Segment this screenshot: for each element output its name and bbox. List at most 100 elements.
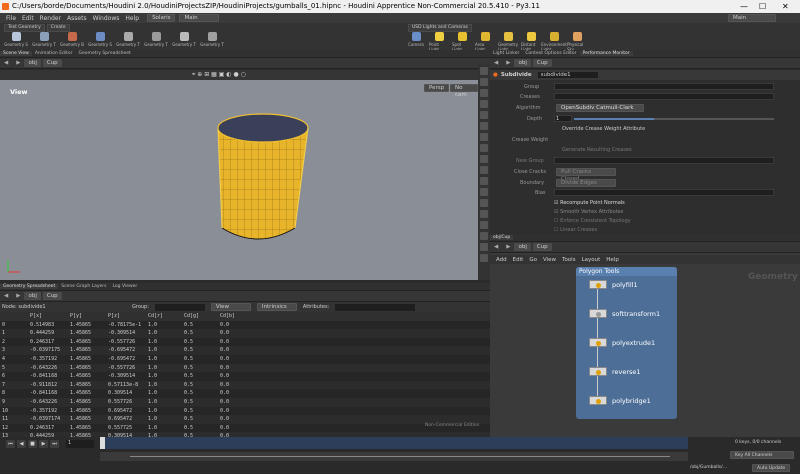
table-row[interactable]: 1 0.444259 1.45865 -0.309514 1.0 0.5 0.0	[0, 329, 490, 338]
tab-light-linker[interactable]: Light Linker	[490, 51, 522, 56]
menu-layout[interactable]: Layout	[582, 257, 601, 263]
shelf-tool[interactable]: Environment Light	[541, 32, 567, 52]
view-tool-icon[interactable]	[480, 166, 488, 174]
view-tool-icon[interactable]	[480, 89, 488, 97]
back-arrow-icon[interactable]: ◀	[494, 60, 498, 66]
close-cracks-dropdown[interactable]: Pull Cracks Closed	[556, 168, 616, 182]
table-row[interactable]: 5 -0.643226 1.45865 -0.557726 1.0 0.5 0.0	[0, 363, 490, 373]
override-crease-checkbox[interactable]: Override Crease Weight Attribute	[562, 126, 645, 132]
shelf-tool[interactable]: Camera	[406, 32, 426, 52]
shelf-tool[interactable]: Physical Sky	[567, 32, 587, 52]
forward-arrow-icon[interactable]: ▶	[16, 293, 20, 299]
view-dropdown[interactable]: View	[210, 303, 251, 311]
key-all-channels-dropdown[interactable]: Key All Channels	[730, 451, 794, 459]
shelf-tool[interactable]: Geometry B	[60, 32, 84, 47]
tab-scene-view[interactable]: Scene View	[0, 51, 32, 56]
shelf-tool[interactable]: Geometry S	[88, 32, 112, 47]
viewport-tool-icons[interactable]: ⌖ ⊕ ⊞ ▦ ▣ ◐ ● ○	[192, 71, 246, 79]
layout-dropdown[interactable]: Main	[179, 14, 220, 22]
boundary-dropdown[interactable]: Divide Edges	[556, 179, 616, 187]
network-node[interactable]	[589, 396, 607, 405]
view-tool-icon[interactable]	[480, 155, 488, 163]
table-row[interactable]: 7 -0.911812 1.45865 0.57113e-8 1.0 0.5 0.0	[0, 380, 490, 390]
view-tool-icon[interactable]	[480, 111, 488, 119]
intrinsics-dropdown[interactable]: Intrinsics	[256, 303, 297, 311]
tab-network[interactable]: obj/Cup	[490, 235, 514, 240]
forward-arrow-icon[interactable]: ▶	[16, 60, 20, 66]
enforce-topology-checkbox[interactable]: ☐ Enforce Consistent Topology	[554, 218, 631, 224]
path-crumb-obj[interactable]: obj	[514, 243, 531, 251]
table-row[interactable]: 6 -0.841168 1.45865 -0.309514 1.0 0.5 0.0	[0, 372, 490, 381]
path-crumb-obj[interactable]: obj	[24, 59, 41, 67]
shelf-tool[interactable]: Geometry Light	[498, 32, 518, 52]
table-row[interactable]: 3 -0.0397175 1.45865 -0.695472 1.0 0.5 0.0	[0, 346, 490, 355]
path-crumb-obj[interactable]: obj	[514, 59, 531, 67]
tab-context-options[interactable]: Context Options Editor	[522, 51, 579, 56]
back-arrow-icon[interactable]: ◀	[4, 60, 8, 66]
shelf-tool[interactable]: Distant Light	[521, 32, 541, 52]
step-back-icon[interactable]: ◀	[17, 440, 26, 448]
shelf-tool[interactable]: Geometry T	[144, 32, 168, 47]
shelf-tool[interactable]: Spot Light	[452, 32, 472, 52]
back-arrow-icon[interactable]: ◀	[4, 293, 8, 299]
shelf-tab-test-geometry[interactable]: Test Geometry	[4, 24, 45, 32]
group-field[interactable]	[154, 303, 205, 311]
network-node[interactable]	[589, 367, 607, 376]
table-row[interactable]: 12 0.246317 1.45865 0.557725 1.0 0.5 0.0	[0, 424, 490, 433]
menu-view[interactable]: View	[543, 257, 556, 263]
menu-render[interactable]: Render	[40, 15, 61, 22]
view-tool-icon[interactable]	[480, 243, 488, 251]
menu-edit[interactable]: Edit	[513, 257, 524, 263]
shelf-tool[interactable]: Geometry T	[172, 32, 196, 47]
timeline-ruler[interactable]	[100, 437, 688, 449]
new-group-field[interactable]	[554, 157, 774, 164]
generate-creases-checkbox[interactable]: Generate Resulting Creases	[562, 147, 632, 153]
shelf-tool[interactable]: Point Light	[429, 32, 449, 52]
polygon-tools-network-box[interactable]: Polygon Tools polyfill1 softtransform1 pol…	[576, 267, 677, 419]
play-icon[interactable]: ▶	[39, 440, 48, 448]
table-row[interactable]: 2 0.246317 1.45865 -0.557726 1.0 0.5 0.0	[0, 338, 490, 347]
view-tool-icon[interactable]	[480, 177, 488, 185]
view-tool-icon[interactable]	[480, 144, 488, 152]
stop-icon[interactable]: ■	[28, 440, 37, 448]
menu-edit[interactable]: Edit	[22, 15, 34, 22]
tab-geometry-spreadsheet[interactable]: Geometry Spreadsheet	[76, 51, 134, 56]
linear-creases-checkbox[interactable]: ☐ Linear Creases	[554, 227, 597, 233]
current-frame-field[interactable]: 1	[66, 440, 94, 448]
tab-animation-editor[interactable]: Animation Editor	[32, 51, 76, 56]
table-row[interactable]: 0 0.514983 1.45865 -0.78175e-1 1.0 0.5 0.0	[0, 321, 490, 330]
tab-geometry-spreadsheet[interactable]: Geometry Spreadsheet	[0, 284, 59, 289]
shelf-tool[interactable]: Geometry T	[32, 32, 56, 47]
tab-performance-monitor[interactable]: Performance Monitor	[579, 51, 633, 56]
desktop-dropdown[interactable]: Solaris	[147, 14, 176, 22]
forward-arrow-icon[interactable]: ▶	[506, 244, 510, 250]
view-tool-icon[interactable]	[480, 188, 488, 196]
playhead[interactable]	[100, 437, 105, 449]
table-row[interactable]: 4 -0.357192 1.45865 -0.695472 1.0 0.5 0.0	[0, 355, 490, 364]
view-tool-icon[interactable]	[480, 78, 488, 86]
table-row[interactable]: 8 -0.841168 1.45865 0.309514 1.0 0.5 0.0	[0, 389, 490, 398]
attributes-field[interactable]	[335, 303, 416, 311]
menu-windows[interactable]: Windows	[93, 15, 120, 22]
path-crumb-node[interactable]: Cup	[532, 59, 552, 67]
menu-assets[interactable]: Assets	[67, 15, 87, 22]
menu-help[interactable]: Help	[606, 257, 619, 263]
recompute-normals-checkbox[interactable]: ☑ Recompute Point Normals	[554, 200, 625, 206]
network-node[interactable]	[589, 280, 607, 289]
view-tool-icon[interactable]	[480, 122, 488, 130]
shelf-tool[interactable]: Geometry T	[200, 32, 224, 47]
auto-update-dropdown[interactable]: Auto Update	[752, 464, 791, 472]
view-tool-icon[interactable]	[480, 232, 488, 240]
smooth-vertex-checkbox[interactable]: ☑ Smooth Vertex Attributes	[554, 209, 623, 215]
network-editor[interactable]: obj/Cup ◀ ▶ obj Cup Add Edit Go View Too…	[490, 234, 800, 437]
node-name-field[interactable]: subdivide1	[537, 72, 598, 78]
minimize-icon[interactable]: —	[740, 0, 748, 13]
shelf-tab-create[interactable]: Create	[46, 24, 70, 32]
shelf-tool[interactable]: Geometry S	[4, 32, 28, 47]
forward-arrow-icon[interactable]: ▶	[506, 60, 510, 66]
network-node[interactable]	[589, 338, 607, 347]
table-row[interactable]: 9 -0.643226 1.45865 0.557726 1.0 0.5 0.0	[0, 397, 490, 407]
network-node[interactable]	[589, 309, 607, 318]
menu-help[interactable]: Help	[125, 15, 139, 22]
view-tool-icon[interactable]	[480, 210, 488, 218]
